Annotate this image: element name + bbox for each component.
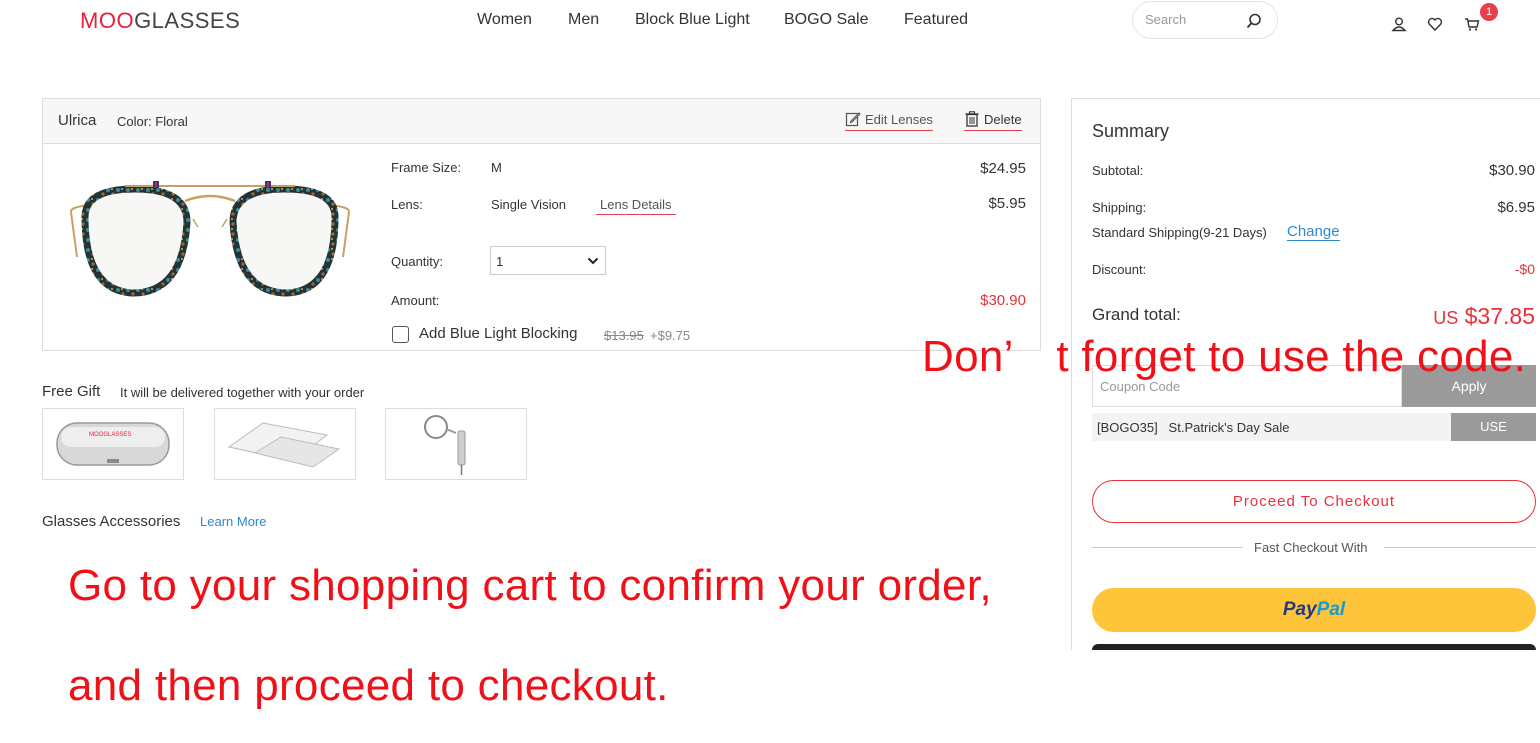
nav-featured[interactable]: Featured [904,11,968,29]
gift-glasses-case[interactable]: MOOGLASSES [42,408,184,480]
cart-item-panel: Ulrica Color: Floral Edit Lenses Delete [42,98,1041,351]
paypal-button[interactable]: PayPal [1092,588,1536,632]
code-hint-overlay: Don’ t forget to use the code. [922,332,1527,381]
use-coupon-button[interactable]: USE [1451,413,1536,441]
frame-size-label: Frame Size: [391,160,462,175]
gift-screwdriver-keychain[interactable] [385,408,527,480]
delete-label: Delete [984,112,1022,127]
proceed-to-checkout-button[interactable]: Proceed To Checkout [1092,480,1536,523]
amount-value: $30.90 [980,292,1026,309]
discount-label: Discount: [1092,262,1147,277]
logo-glasses: GLASSES [134,8,241,33]
paypal-logo-pal: Pal [1316,599,1346,620]
trash-icon [965,111,979,127]
shipping-method: Standard Shipping(9-21 Days) [1092,225,1267,240]
product-color: Color: Floral [117,114,188,129]
amount-label: Amount: [391,293,440,308]
cart-count-badge: 1 [1480,3,1498,21]
nav-men[interactable]: Men [568,11,599,29]
product-image[interactable] [65,177,355,302]
coupon-description: St.Patrick's Day Sale [1168,420,1290,435]
delete-button[interactable]: Delete [964,111,1022,131]
fast-checkout-label: Fast Checkout With [1254,540,1368,555]
edit-lenses-label: Edit Lenses [865,112,933,127]
paypal-logo-pay: Pay [1282,599,1317,620]
lens-price: $5.95 [988,195,1026,212]
edit-lenses-button[interactable]: Edit Lenses [845,111,933,131]
lens-label: Lens: [391,197,423,212]
nav-women[interactable]: Women [477,11,532,29]
coupon-code: [BOGO35] [1097,420,1158,435]
accessories-title: Glasses Accessories [42,513,181,530]
cart-icon[interactable] [1464,16,1480,32]
discount-value: -$0 [1514,261,1535,277]
product-name[interactable]: Ulrica [58,112,96,129]
shipping-label: Shipping: [1092,200,1147,215]
lens-value: Single Vision [491,197,566,212]
case-brand-text: MOOGLASSES [89,432,131,438]
coupon-suggestion-text: [BOGO35] St.Patrick's Day Sale [1097,420,1290,435]
screwdriver-image [424,415,466,475]
free-gift-subtitle: It will be delivered together with your … [120,385,365,400]
chevron-down-icon [587,257,599,265]
cart-item-header: Ulrica Color: Floral Edit Lenses Delete [43,99,1040,144]
blue-light-old-price: $13.95 [604,328,644,343]
divider-right [1384,547,1536,548]
free-gift-title: Free Gift [42,383,101,400]
blue-light-checkbox[interactable] [392,326,409,343]
gift-cleaning-cloth[interactable] [214,408,356,480]
user-icon[interactable] [1391,16,1407,32]
blue-light-new-price: +$9.75 [650,328,691,343]
subtotal-label: Subtotal: [1092,163,1144,178]
search-icon[interactable] [1245,12,1263,30]
divider-left [1092,547,1243,548]
frame-price: $24.95 [980,160,1026,177]
nav-block-blue-light[interactable]: Block Blue Light [635,11,750,29]
search-box [1132,1,1278,39]
lens-details-link[interactable]: Lens Details [596,197,676,215]
instruction-line-2: and then proceed to checkout. [68,661,669,710]
blue-light-label[interactable]: Add Blue Light Blocking [419,325,577,342]
quantity-label: Quantity: [391,254,444,269]
summary-title: Summary [1092,121,1170,141]
learn-more-link[interactable]: Learn More [200,514,266,529]
site-logo[interactable]: MOOGLASSES [80,8,240,34]
instruction-line-1: Go to your shopping cart to confirm your… [68,561,992,610]
change-shipping-link[interactable]: Change [1287,223,1340,241]
quantity-select[interactable]: 1 [490,246,606,275]
shipping-value: $6.95 [1497,199,1535,216]
glasses-case-image: MOOGLASSES [56,422,170,466]
cleaning-cloth-image [227,422,341,468]
logo-moo: MOO [80,8,135,33]
subtotal-value: $30.90 [1489,162,1535,179]
search-input[interactable] [1143,11,1247,28]
nav-bogo-sale[interactable]: BOGO Sale [784,11,868,29]
heart-icon[interactable] [1427,16,1443,32]
quantity-value: 1 [496,254,504,269]
frame-size-value: M [491,160,502,175]
edit-icon [845,112,861,127]
secondary-payment-button[interactable] [1092,644,1536,650]
